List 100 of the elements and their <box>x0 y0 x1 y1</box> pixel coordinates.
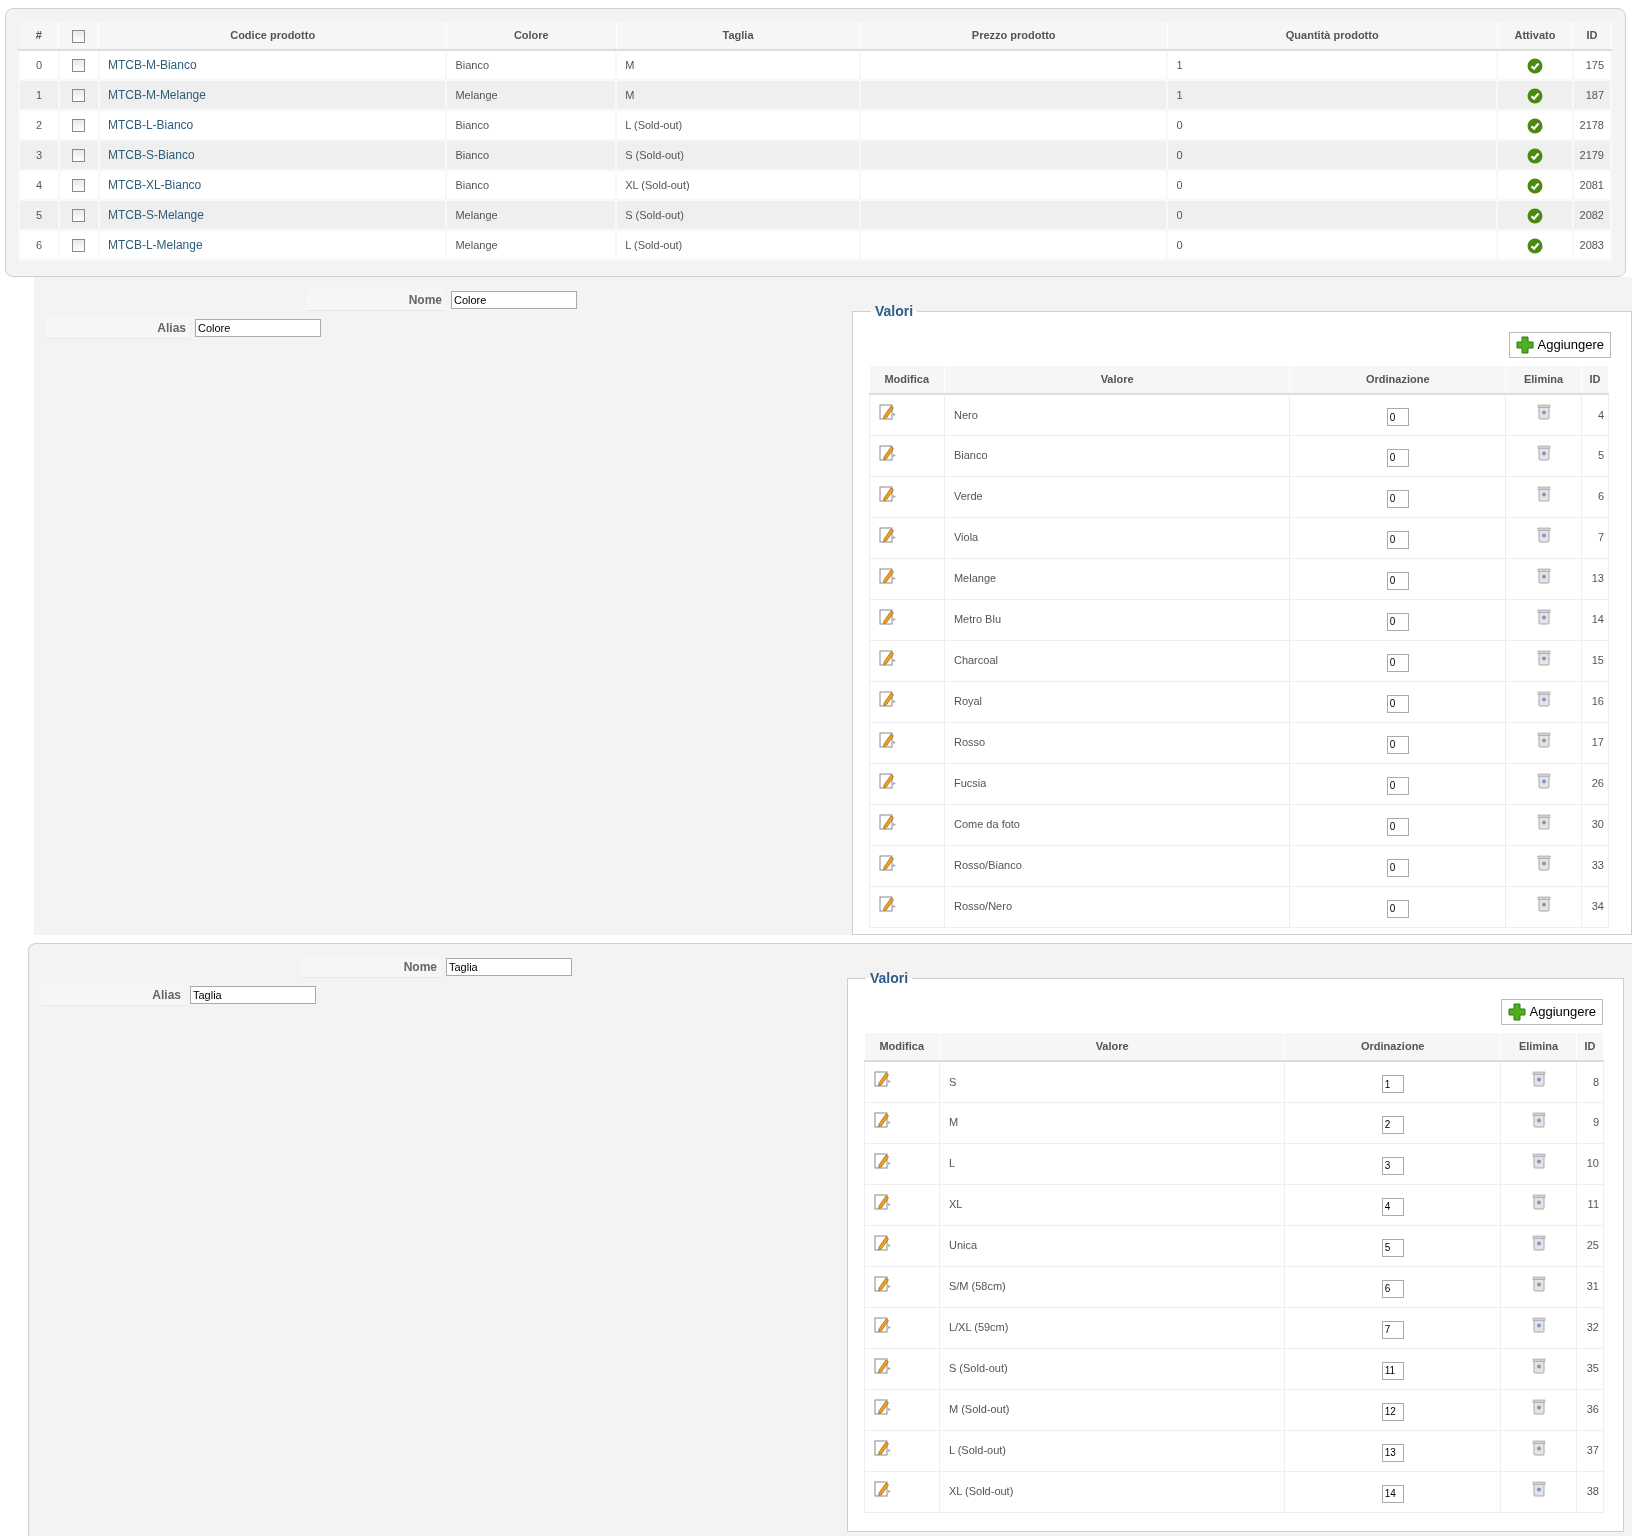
order-input[interactable]: 0 <box>1386 612 1409 631</box>
trash-icon[interactable] <box>1531 1234 1546 1251</box>
trash-icon[interactable] <box>1531 1439 1546 1456</box>
order-input[interactable]: 0 <box>1386 489 1409 508</box>
product-link[interactable]: MTCB-M-Melange <box>107 88 206 102</box>
pencil-edit-icon[interactable] <box>874 1151 892 1170</box>
order-input[interactable]: 0 <box>1386 858 1409 877</box>
pencil-edit-icon[interactable] <box>874 1479 892 1498</box>
trash-icon[interactable] <box>1536 526 1551 543</box>
pencil-edit-icon[interactable] <box>874 1356 892 1375</box>
pencil-edit-icon[interactable] <box>879 403 897 421</box>
order-input[interactable]: 13 <box>1381 1443 1404 1462</box>
product-link[interactable]: MTCB-S-Bianco <box>107 148 195 162</box>
trash-icon[interactable] <box>1536 772 1551 789</box>
pencil-edit-icon[interactable] <box>879 607 897 626</box>
product-link[interactable]: MTCB-M-Bianco <box>107 58 197 72</box>
trash-icon[interactable] <box>1536 444 1551 461</box>
order-input[interactable]: 0 <box>1386 530 1409 549</box>
trash-icon[interactable] <box>1536 813 1551 830</box>
trash-icon[interactable] <box>1536 649 1551 666</box>
pencil-edit-icon[interactable] <box>874 1438 892 1457</box>
pencil-edit-icon[interactable] <box>879 443 897 462</box>
order-input[interactable]: 4 <box>1381 1197 1404 1216</box>
trash-icon[interactable] <box>1536 854 1551 871</box>
check-circle-icon[interactable] <box>1527 117 1543 134</box>
add-button[interactable]: Aggiungere <box>1508 332 1611 358</box>
trash-icon[interactable] <box>1531 1357 1546 1374</box>
order-input[interactable]: 0 <box>1386 899 1409 918</box>
check-circle-icon[interactable] <box>1527 147 1543 164</box>
name-input[interactable]: Taglia <box>446 958 572 976</box>
order-input[interactable]: 7 <box>1381 1320 1404 1339</box>
order-input[interactable]: 3 <box>1381 1156 1404 1175</box>
alias-input[interactable]: Colore <box>195 319 321 337</box>
trash-icon[interactable] <box>1531 1111 1546 1128</box>
checkbox[interactable] <box>72 239 86 253</box>
check-circle-icon[interactable] <box>1527 237 1543 254</box>
trash-icon[interactable] <box>1531 1480 1546 1497</box>
check-circle-icon[interactable] <box>1527 87 1543 104</box>
checkbox[interactable] <box>72 179 86 193</box>
order-input[interactable]: 0 <box>1386 448 1409 467</box>
product-link[interactable]: MTCB-S-Melange <box>107 208 204 222</box>
order-input[interactable]: 0 <box>1386 408 1409 426</box>
pencil-edit-icon[interactable] <box>879 771 897 790</box>
pencil-edit-icon[interactable] <box>879 648 897 667</box>
trash-icon[interactable] <box>1536 485 1551 502</box>
order-input[interactable]: 0 <box>1386 653 1409 672</box>
order-input[interactable]: 0 <box>1386 694 1409 713</box>
alias-input[interactable]: Taglia <box>190 986 316 1004</box>
pencil-edit-icon[interactable] <box>874 1192 892 1211</box>
order-input[interactable]: 0 <box>1386 571 1409 590</box>
trash-icon[interactable] <box>1531 1275 1546 1292</box>
pencil-edit-icon[interactable] <box>879 730 897 749</box>
checkbox[interactable] <box>72 59 86 73</box>
check-circle-icon[interactable] <box>1527 207 1543 224</box>
pencil-edit-icon[interactable] <box>874 1274 892 1293</box>
order-input[interactable]: 1 <box>1381 1075 1404 1093</box>
pencil-edit-icon[interactable] <box>879 853 897 872</box>
order-input[interactable]: 0 <box>1386 817 1409 836</box>
trash-icon[interactable] <box>1536 731 1551 748</box>
pencil-edit-icon[interactable] <box>879 484 897 503</box>
order-input[interactable]: 0 <box>1386 735 1409 754</box>
product-link[interactable]: MTCB-L-Bianco <box>107 118 194 132</box>
order-input[interactable]: 2 <box>1381 1115 1404 1134</box>
name-input[interactable]: Colore <box>451 291 577 309</box>
order-input[interactable]: 11 <box>1381 1361 1404 1380</box>
trash-icon[interactable] <box>1531 1398 1546 1415</box>
trash-icon[interactable] <box>1536 567 1551 584</box>
pencil-edit-icon[interactable] <box>874 1070 892 1088</box>
pencil-edit-icon[interactable] <box>879 525 897 544</box>
pencil-edit-icon[interactable] <box>874 1233 892 1252</box>
checkbox[interactable] <box>72 119 86 133</box>
pencil-edit-icon[interactable] <box>879 689 897 708</box>
pencil-edit-icon[interactable] <box>879 894 897 913</box>
checkbox[interactable] <box>72 209 86 223</box>
trash-icon[interactable] <box>1536 404 1551 420</box>
order-input[interactable]: 0 <box>1386 776 1409 795</box>
check-circle-icon[interactable] <box>1527 57 1543 74</box>
product-link[interactable]: MTCB-L-Melange <box>107 238 203 252</box>
order-input[interactable]: 14 <box>1381 1484 1404 1503</box>
pencil-edit-icon[interactable] <box>874 1110 892 1129</box>
checkbox[interactable] <box>72 149 86 163</box>
product-link[interactable]: MTCB-XL-Bianco <box>107 178 202 192</box>
checkbox[interactable] <box>72 29 86 43</box>
order-input[interactable]: 5 <box>1381 1238 1404 1257</box>
order-input[interactable]: 12 <box>1381 1402 1404 1421</box>
order-input[interactable]: 6 <box>1381 1279 1404 1298</box>
trash-icon[interactable] <box>1531 1316 1546 1333</box>
checkbox[interactable] <box>72 89 86 103</box>
pencil-edit-icon[interactable] <box>874 1315 892 1334</box>
trash-icon[interactable] <box>1536 895 1551 912</box>
trash-icon[interactable] <box>1531 1152 1546 1169</box>
trash-icon[interactable] <box>1536 690 1551 707</box>
trash-icon[interactable] <box>1536 608 1551 625</box>
check-circle-icon[interactable] <box>1527 177 1543 194</box>
add-button[interactable]: Aggiungere <box>1500 999 1603 1025</box>
trash-icon[interactable] <box>1531 1193 1546 1210</box>
pencil-edit-icon[interactable] <box>874 1397 892 1416</box>
pencil-edit-icon[interactable] <box>879 566 897 585</box>
pencil-edit-icon[interactable] <box>879 812 897 831</box>
trash-icon[interactable] <box>1531 1071 1546 1087</box>
